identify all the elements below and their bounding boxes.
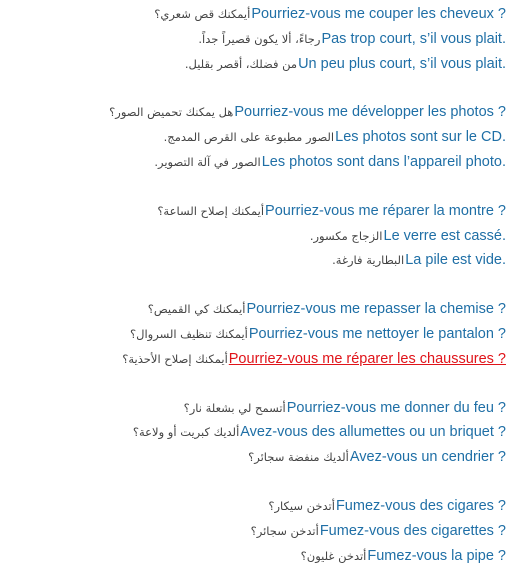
french-phrase-link[interactable]: Pourriez-vous me réparer la montre ?	[265, 199, 506, 224]
arabic-phrase: ألديك كبريت أو ولاعة؟	[132, 425, 240, 440]
arabic-phrase: أيمكنك إصلاح الساعة؟	[157, 203, 265, 218]
french-phrase-link[interactable]: Fumez-vous des cigares ?	[336, 494, 506, 519]
arabic-phrase: من فضلك، أقصر بقليل.	[184, 56, 298, 71]
french-phrase-link[interactable]: Avez-vous un cendrier ?	[350, 445, 506, 470]
french-phrase-link[interactable]: Pourriez-vous me couper les cheveux ?	[251, 2, 506, 27]
french-phrase-link[interactable]: Fumez-vous des cigarettes ?	[320, 519, 506, 544]
phrase-group-haircut: أيمكنك قص شعري؟ Pourriez-vous me couper …	[0, 2, 510, 76]
arabic-phrase: أتدخن سجائر؟	[250, 523, 319, 538]
arabic-phrase: هل يمكنك تحميض الصور؟	[109, 105, 234, 120]
french-phrase-link[interactable]: Pourriez-vous me développer les photos ?	[234, 100, 506, 125]
phrase-row: الصور في آلة التصوير. Les photos sont da…	[0, 150, 510, 175]
phrase-group-smoking-fire: أتسمح لي بشعلة نار؟ Pourriez-vous me don…	[0, 396, 510, 470]
arabic-phrase: الصور مطبوعة على القرص المدمج.	[163, 130, 335, 145]
phrase-row: من فضلك، أقصر بقليل. Un peu plus court, …	[0, 52, 510, 77]
phrase-row: أتدخن سجائر؟ Fumez-vous des cigarettes ?	[0, 519, 510, 544]
phrase-row: البطارية فارغة. La pile est vide.	[0, 248, 510, 273]
arabic-phrase: أتدخن غليون؟	[300, 548, 367, 563]
phrase-row: ألديك كبريت أو ولاعة؟ Avez-vous des allu…	[0, 420, 510, 445]
phrase-group-photos: هل يمكنك تحميض الصور؟ Pourriez-vous me d…	[0, 100, 510, 174]
arabic-phrase: أيمكنك إصلاح الأحذية؟	[122, 351, 228, 366]
phrase-row: أيمكنك إصلاح الساعة؟ Pourriez-vous me ré…	[0, 199, 510, 224]
phrase-row: أيمكنك إصلاح الأحذية؟ Pourriez-vous me r…	[0, 347, 510, 372]
french-phrase-link[interactable]: Pas trop court, s’il vous plait.	[321, 27, 506, 52]
arabic-phrase: رجاءً، ألا يكون قصيراً جداً.	[198, 31, 321, 46]
phrasebook-page: أيمكنك قص شعري؟ Pourriez-vous me couper …	[0, 0, 510, 581]
phrase-row: أيمكنك كي القميص؟ Pourriez-vous me repas…	[0, 297, 510, 322]
phrase-row: هل يمكنك تحميض الصور؟ Pourriez-vous me d…	[0, 100, 510, 125]
arabic-phrase: أيمكنك كي القميص؟	[147, 302, 246, 317]
french-phrase-link[interactable]: Pourriez-vous me donner du feu ?	[287, 396, 506, 421]
french-phrase-link[interactable]: Pourriez-vous me repasser la chemise ?	[247, 297, 507, 322]
phrase-group-smoking: أتدخن سيكار؟ Fumez-vous des cigares ? أت…	[0, 494, 510, 568]
french-phrase-link-active[interactable]: Pourriez-vous me réparer les chaussures …	[229, 347, 506, 372]
french-phrase-link[interactable]: Fumez-vous la pipe ?	[367, 544, 506, 569]
french-phrase-link[interactable]: Un peu plus court, s’il vous plait.	[298, 52, 506, 77]
french-phrase-link[interactable]: Les photos sont dans l’appareil photo.	[262, 150, 506, 175]
french-phrase-link[interactable]: Avez-vous des allumettes ou un briquet ?	[240, 420, 506, 445]
phrase-row: أيمكنك قص شعري؟ Pourriez-vous me couper …	[0, 2, 510, 27]
arabic-phrase: ألديك منفضة سجائر؟	[248, 450, 349, 465]
phrase-row: أتدخن غليون؟ Fumez-vous la pipe ?	[0, 544, 510, 569]
french-phrase-link[interactable]: La pile est vide.	[405, 248, 506, 273]
phrase-row: أيمكنك تنظيف السروال؟ Pourriez-vous me n…	[0, 322, 510, 347]
french-phrase-link[interactable]: Le verre est cassé.	[384, 224, 507, 249]
arabic-phrase: أتسمح لي بشعلة نار؟	[183, 400, 286, 415]
arabic-phrase: الزجاج مكسور.	[309, 228, 383, 243]
french-phrase-link[interactable]: Pourriez-vous me nettoyer le pantalon ?	[249, 322, 506, 347]
arabic-phrase: الصور في آلة التصوير.	[154, 154, 261, 169]
phrase-group-clothes: أيمكنك كي القميص؟ Pourriez-vous me repas…	[0, 297, 510, 371]
phrase-row: أتدخن سيكار؟ Fumez-vous des cigares ?	[0, 494, 510, 519]
phrase-row: ألديك منفضة سجائر؟ Avez-vous un cendrier…	[0, 445, 510, 470]
arabic-phrase: البطارية فارغة.	[332, 253, 405, 268]
phrase-row: أتسمح لي بشعلة نار؟ Pourriez-vous me don…	[0, 396, 510, 421]
arabic-phrase: أتدخن سيكار؟	[268, 498, 335, 513]
french-phrase-link[interactable]: Les photos sont sur le CD.	[335, 125, 506, 150]
phrase-row: الزجاج مكسور. Le verre est cassé.	[0, 224, 510, 249]
arabic-phrase: أيمكنك تنظيف السروال؟	[130, 326, 248, 341]
arabic-phrase: أيمكنك قص شعري؟	[154, 7, 251, 21]
phrase-row: الصور مطبوعة على القرص المدمج. Les photo…	[0, 125, 510, 150]
phrase-group-watch: أيمكنك إصلاح الساعة؟ Pourriez-vous me ré…	[0, 199, 510, 273]
phrase-row: رجاءً، ألا يكون قصيراً جداً. Pas trop co…	[0, 27, 510, 52]
